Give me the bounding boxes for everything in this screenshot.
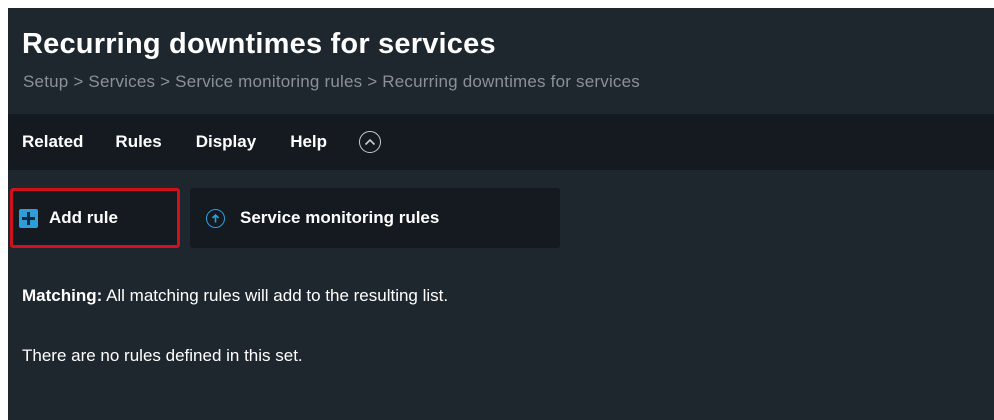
matching-label: Matching: xyxy=(22,286,103,305)
page-frame: Recurring downtimes for services Setup >… xyxy=(8,8,994,420)
page-title: Recurring downtimes for services xyxy=(22,28,496,60)
menu-bar: Related Rules Display Help xyxy=(8,114,994,170)
page-header: Recurring downtimes for services Setup >… xyxy=(8,8,994,114)
chevron-up-circle-icon[interactable] xyxy=(359,131,382,153)
menu-display[interactable]: Display xyxy=(196,132,256,152)
add-rule-button[interactable]: Add rule xyxy=(10,188,180,248)
menu-rules[interactable]: Rules xyxy=(115,132,161,152)
service-monitoring-rules-button[interactable]: Service monitoring rules xyxy=(190,188,560,248)
toolbar: Add rule Service monitoring rules xyxy=(8,170,994,270)
plus-icon xyxy=(19,208,38,228)
menu-help[interactable]: Help xyxy=(290,132,327,152)
empty-rules-message: There are no rules defined in this set. xyxy=(22,346,303,365)
menu-related[interactable]: Related xyxy=(22,132,83,152)
breadcrumb: Setup > Services > Service monitoring ru… xyxy=(23,72,640,91)
matching-text: All matching rules will add to the resul… xyxy=(102,286,449,305)
add-rule-label: Add rule xyxy=(49,208,118,227)
matching-info: Matching: All matching rules will add to… xyxy=(22,286,448,306)
arrow-up-circle-icon xyxy=(206,208,225,228)
service-monitoring-rules-label: Service monitoring rules xyxy=(240,208,440,227)
